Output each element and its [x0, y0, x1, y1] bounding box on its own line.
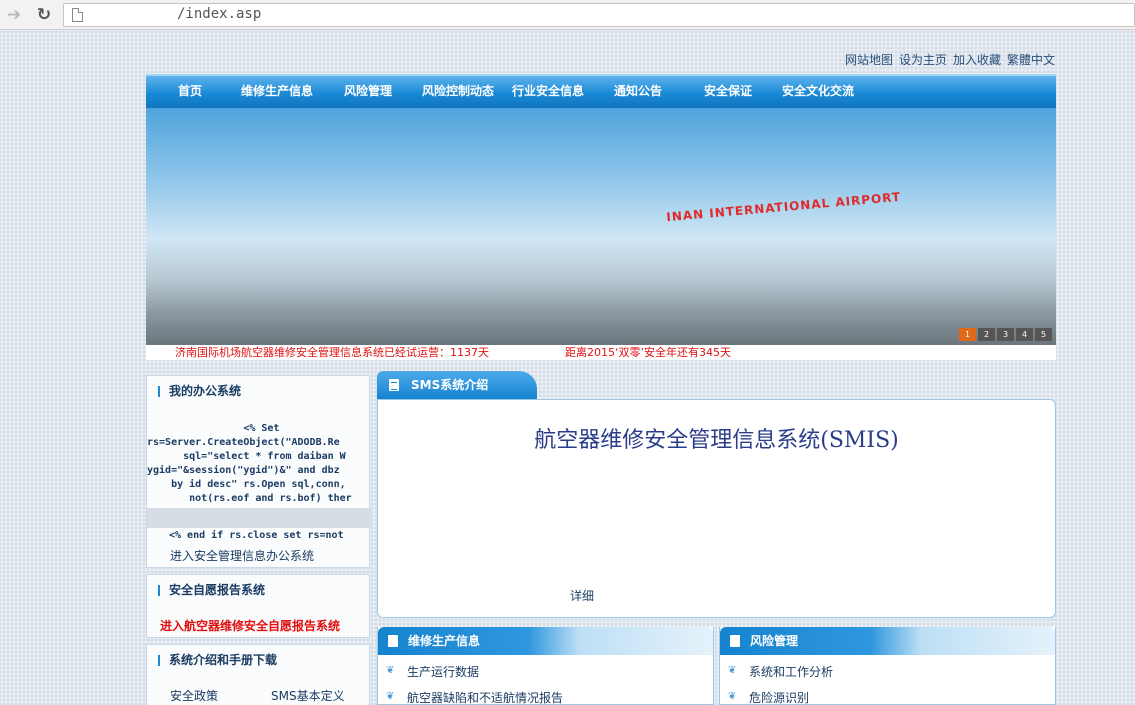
office-system-title: 我的办公系统 — [147, 376, 369, 406]
risk-management-title: 风险管理 — [750, 634, 799, 648]
nav-home[interactable]: 首页 — [178, 82, 202, 99]
nav-risk-control[interactable]: 风险控制动态 — [422, 82, 494, 99]
voluntary-report-panel: 安全自愿报告系统 进入航空器维修安全自愿报告系统 — [146, 574, 370, 638]
production-info-header[interactable]: 维修生产信息 — [378, 627, 713, 655]
list-item[interactable]: ❦ 系统和工作分析 — [720, 662, 1055, 682]
address-bar[interactable]: /index.asp — [63, 3, 1135, 27]
leaf-icon: ❦ — [728, 691, 737, 702]
list-item-label: 系统和工作分析 — [749, 665, 834, 679]
list-item-label: 危险源识别 — [749, 691, 810, 705]
site-map-link[interactable]: 网站地图 — [845, 53, 893, 67]
status-ticker: 济南国际机场航空器维修安全管理信息系统已经试运营：1137天 距离2015‘双零… — [146, 345, 1056, 360]
add-favorite-link[interactable]: 加入收藏 — [953, 53, 1001, 67]
document-icon — [730, 635, 740, 647]
nav-maintenance-info[interactable]: 维修生产信息 — [241, 82, 313, 99]
sms-intro-box: 航空器维修安全管理信息系统(SMIS) 详细 — [377, 399, 1056, 618]
reload-icon[interactable]: ↻ — [34, 5, 54, 25]
sms-system-title: 航空器维修安全管理信息系统(SMIS) — [534, 428, 899, 453]
list-item-label: 航空器缺陷和不适航情况报告 — [407, 691, 564, 705]
risk-management-box: 风险管理 ❦ 系统和工作分析 ❦ 危险源识别 — [719, 627, 1056, 705]
list-item[interactable]: ❦ 生产运行数据 — [378, 662, 713, 682]
slide-dot-3[interactable]: 3 — [997, 328, 1014, 341]
sms-definition-link[interactable]: SMS基本定义 — [271, 687, 345, 704]
list-item[interactable]: ❦ 危险源识别 — [720, 688, 1055, 705]
browser-toolbar: ➔ ↻ /index.asp — [0, 0, 1135, 30]
slide-pager: 1 2 3 4 5 — [959, 328, 1052, 341]
office-system-panel: 我的办公系统 <% Set rs=Server.CreateObject("AD… — [146, 375, 371, 568]
slide-dot-2[interactable]: 2 — [978, 328, 995, 341]
airport-sign-text: INAN INTERNATIONAL AIRPORT — [665, 189, 902, 225]
running-days-text: 济南国际机场航空器维修安全管理信息系统已经试运营：1137天 — [175, 346, 489, 359]
asp-code-end: <% end if rs.close set rs=not — [169, 530, 344, 541]
forward-icon[interactable]: ➔ — [4, 5, 24, 25]
nav-risk-management[interactable]: 风险管理 — [344, 82, 392, 99]
slide-dot-1[interactable]: 1 — [959, 328, 976, 341]
document-icon — [388, 635, 398, 647]
nav-notices[interactable]: 通知公告 — [614, 82, 662, 99]
manual-download-title: 系统介绍和手册下载 — [147, 645, 369, 675]
countdown-text: 距离2015‘双零’安全年还有345天 — [565, 346, 731, 359]
gray-divider — [147, 508, 371, 528]
set-homepage-link[interactable]: 设为主页 — [899, 53, 947, 67]
slide-dot-5[interactable]: 5 — [1035, 328, 1052, 341]
nav-safety-culture[interactable]: 安全文化交流 — [782, 82, 854, 99]
url-text: /index.asp — [177, 6, 262, 22]
detail-link[interactable]: 详细 — [570, 587, 594, 604]
slide-dot-4[interactable]: 4 — [1016, 328, 1033, 341]
main-nav: 首页 维修生产信息 风险管理 风险控制动态 行业安全信息 通知公告 安全保证 安… — [146, 74, 1056, 108]
voluntary-report-link[interactable]: 进入航空器维修安全自愿报告系统 — [160, 617, 340, 634]
manual-download-panel: 系统介绍和手册下载 安全政策 SMS基本定义 — [146, 644, 370, 705]
leaf-icon: ❦ — [386, 665, 395, 676]
voluntary-report-title: 安全自愿报告系统 — [147, 575, 369, 605]
leaf-icon: ❦ — [728, 665, 737, 676]
document-icon — [389, 379, 399, 391]
production-info-box: 维修生产信息 ❦ 生产运行数据 ❦ 航空器缺陷和不适航情况报告 — [377, 627, 714, 705]
sms-intro-tab[interactable]: SMS系统介绍 — [377, 371, 537, 399]
risk-management-header[interactable]: 风险管理 — [720, 627, 1055, 655]
office-system-link[interactable]: 进入安全管理信息办公系统 — [170, 547, 314, 564]
nav-industry-safety[interactable]: 行业安全信息 — [512, 82, 584, 99]
traditional-chinese-link[interactable]: 繁體中文 — [1007, 53, 1055, 67]
nav-safety-assurance[interactable]: 安全保证 — [704, 82, 752, 99]
top-links: 网站地图 设为主页 加入收藏 繁體中文 — [839, 51, 1055, 68]
airport-banner: INAN INTERNATIONAL AIRPORT 1 2 3 4 5 — [146, 108, 1056, 345]
page-icon — [72, 8, 83, 22]
leaf-icon: ❦ — [386, 691, 395, 702]
production-info-title: 维修生产信息 — [408, 634, 481, 648]
sms-intro-tab-label: SMS系统介绍 — [411, 378, 489, 392]
asp-code-text: <% Set rs=Server.CreateObject("ADODB.Re … — [147, 423, 352, 504]
list-item-label: 生产运行数据 — [407, 665, 480, 679]
safety-policy-link[interactable]: 安全政策 — [170, 687, 218, 704]
list-item[interactable]: ❦ 航空器缺陷和不适航情况报告 — [378, 688, 713, 705]
